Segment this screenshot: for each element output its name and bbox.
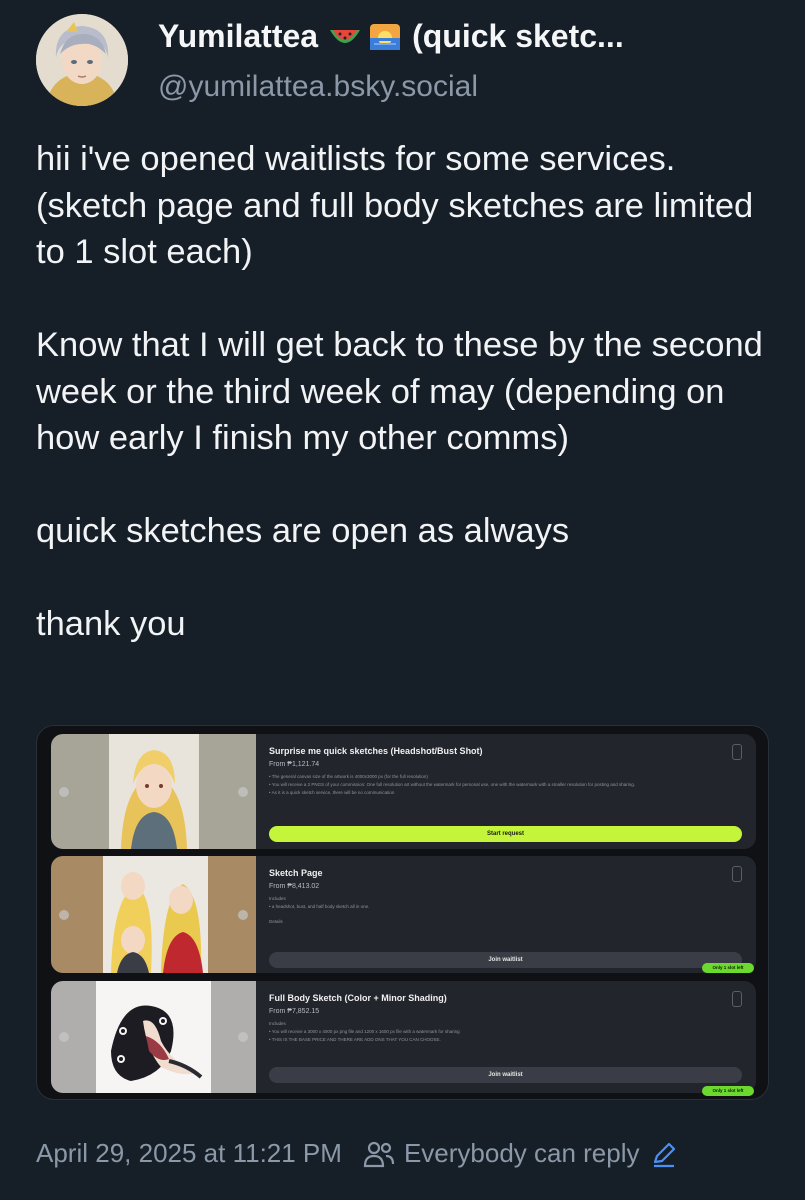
sunrise-emoji: [368, 22, 402, 52]
post-text: hii i've opened waitlists for some servi…: [36, 136, 781, 694]
post-paragraph: quick sketches are open as always: [36, 512, 570, 550]
card-section-label: Includes: [269, 896, 286, 901]
card-price: From ₱7,852.15: [269, 1008, 320, 1015]
carousel-next-icon[interactable]: [238, 786, 248, 797]
service-card-full-body-sketch: Full Body Sketch (Color + Minor Shading)…: [51, 981, 756, 1093]
card-detail-line: • THIS IS THE BASE PRICE AND THERE ARE A…: [269, 1037, 441, 1042]
carousel-prev-icon[interactable]: [59, 1032, 69, 1042]
service-card-quick-sketches: Surprise me quick sketches (Headshot/Bus…: [51, 734, 756, 849]
card-price: From ₱8,413.02: [269, 883, 320, 890]
artwork-image: [103, 856, 208, 973]
carousel-next-icon[interactable]: [238, 1032, 248, 1042]
carousel-prev-icon[interactable]: [59, 786, 69, 797]
post-footer: April 29, 2025 at 11:21 PM Everybody can…: [36, 1138, 678, 1169]
reply-setting-label[interactable]: Everybody can reply: [404, 1138, 640, 1169]
bookmark-icon[interactable]: [732, 991, 742, 1007]
artwork-thumbnail: [51, 734, 256, 849]
card-title: Full Body Sketch (Color + Minor Shading): [269, 993, 447, 1003]
watermelon-emoji: [328, 22, 362, 52]
avatar-icon: [36, 14, 128, 106]
card-details: Sketch Page From ₱8,413.02 Includes • a …: [269, 868, 742, 968]
card-detail-line: • a headshot, bust, and half body sketch…: [269, 904, 370, 909]
people-icon: [362, 1139, 396, 1169]
artwork-thumbnail: [51, 981, 256, 1093]
card-detail-line: • You will receive a 3000 x 4000 px png …: [269, 1029, 460, 1034]
post-paragraph: hii i've opened waitlists for some servi…: [36, 140, 754, 271]
author-display-name[interactable]: Yumilattea: [158, 18, 318, 55]
carousel-prev-icon[interactable]: [59, 909, 69, 920]
author-name-row[interactable]: Yumilattea (quick sketc...: [158, 18, 624, 55]
author-handle[interactable]: @yumilattea.bsky.social: [158, 70, 478, 104]
embedded-screenshot[interactable]: Surprise me quick sketches (Headshot/Bus…: [36, 725, 769, 1100]
post-paragraph: thank you: [36, 605, 186, 643]
avatar[interactable]: [36, 14, 128, 106]
card-details: Surprise me quick sketches (Headshot/Bus…: [269, 746, 742, 842]
join-waitlist-button[interactable]: Join waitlist: [269, 1067, 742, 1083]
bookmark-icon[interactable]: [732, 744, 742, 760]
post-paragraph: Know that I will get back to these by th…: [36, 326, 763, 457]
slots-left-badge: Only 1 slot left: [702, 963, 754, 973]
card-detail-line: • As it is a quick sketch service, there…: [269, 790, 395, 795]
post-timestamp[interactable]: April 29, 2025 at 11:21 PM: [36, 1138, 342, 1169]
card-title: Sketch Page: [269, 868, 323, 878]
artwork-image: [96, 981, 211, 1093]
bookmark-icon[interactable]: [732, 866, 742, 882]
card-title: Surprise me quick sketches (Headshot/Bus…: [269, 746, 483, 756]
card-section-label: Details: [269, 919, 283, 924]
author-name-suffix[interactable]: (quick sketc...: [412, 18, 624, 55]
pencil-icon[interactable]: [650, 1140, 678, 1168]
slots-left-badge: Only 1 slot left: [702, 1086, 754, 1096]
card-price: From ₱1,121.74: [269, 761, 320, 768]
service-card-sketch-page: Sketch Page From ₱8,413.02 Includes • a …: [51, 856, 756, 973]
carousel-next-icon[interactable]: [238, 909, 248, 920]
artwork-thumbnail: [51, 856, 256, 973]
join-waitlist-button[interactable]: Join waitlist: [269, 952, 742, 968]
card-detail-line: • The general canvas size of the artwork…: [269, 774, 428, 779]
artwork-image: [109, 734, 199, 849]
start-request-button[interactable]: Start request: [269, 826, 742, 842]
card-details: Full Body Sketch (Color + Minor Shading)…: [269, 993, 742, 1085]
card-detail-line: • You will receive a 2 PNGS of your comm…: [269, 782, 635, 787]
post-header: Yumilattea (quick sketc... @yumilattea.b…: [36, 14, 785, 109]
card-section-label: Includes: [269, 1021, 286, 1026]
